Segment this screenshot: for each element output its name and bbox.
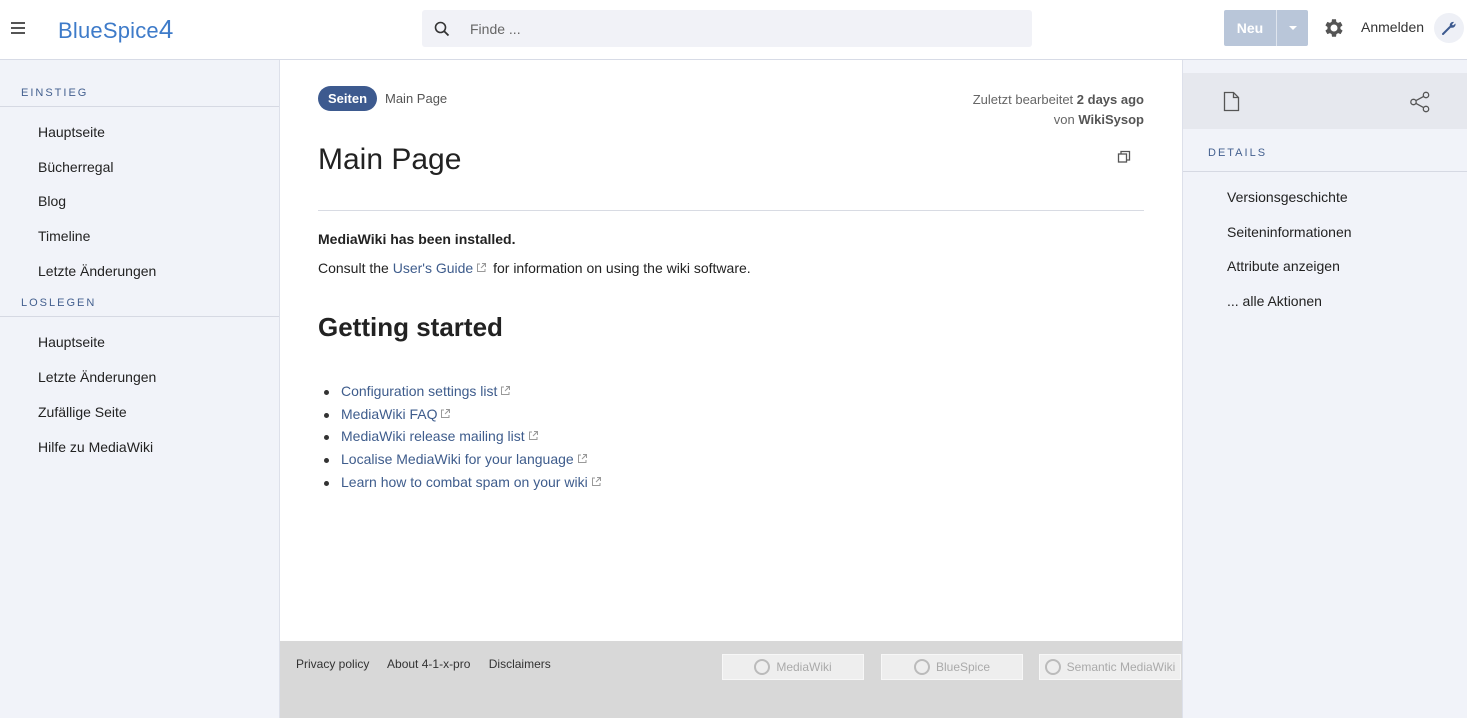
- consult-prefix: Consult the: [318, 260, 389, 276]
- sidebar-item-hauptseite[interactable]: Hauptseite: [0, 115, 279, 150]
- powered-by-bluespice[interactable]: BlueSpice: [881, 654, 1023, 680]
- getting-started-heading: Getting started: [318, 312, 503, 342]
- wrench-icon: [1442, 21, 1456, 35]
- section-title-einstieg: EINSTIEG: [0, 80, 279, 107]
- details-item-versionsgeschichte[interactable]: Versionsgeschichte: [1183, 180, 1467, 215]
- sidebar-item-letzte-aenderungen-2[interactable]: Letzte Änderungen: [0, 360, 279, 395]
- external-link-icon: [528, 431, 538, 441]
- consult-paragraph: Consult the User's Guide for information…: [318, 260, 751, 276]
- external-link-icon: [501, 386, 511, 395]
- search-input[interactable]: [470, 10, 1010, 47]
- footer-disclaimers-link[interactable]: Disclaimers: [489, 657, 551, 671]
- details-item-attribute-anzeigen[interactable]: Attribute anzeigen: [1183, 249, 1467, 284]
- bluespice-logo[interactable]: BlueSpice4: [58, 14, 174, 45]
- main-content: Seiten Main Page Zuletzt bearbeitet 2 da…: [280, 60, 1182, 641]
- link-configuration-settings[interactable]: Configuration settings list: [341, 383, 497, 399]
- namespace-badge[interactable]: Seiten: [318, 86, 378, 111]
- link-combat-spam[interactable]: Learn how to combat spam on your wiki: [341, 474, 588, 490]
- powered-label: BlueSpice: [935, 660, 991, 674]
- right-sidebar: DETAILS Versionsgeschichte Seiteninforma…: [1182, 60, 1467, 718]
- footer-about-link[interactable]: About 4-1-x-pro: [387, 657, 470, 671]
- search-icon: [434, 21, 450, 37]
- top-header: BlueSpice4 Neu Anmelden: [0, 0, 1467, 60]
- details-item-alle-aktionen[interactable]: ... alle Aktionen: [1183, 284, 1467, 319]
- new-button[interactable]: Neu: [1224, 10, 1276, 46]
- copy-icon[interactable]: [1116, 149, 1132, 165]
- link-mailing-list[interactable]: MediaWiki release mailing list: [341, 428, 525, 444]
- logo-version: 4: [158, 14, 174, 44]
- external-link-icon: [591, 476, 601, 486]
- mediawiki-logo-icon: [754, 659, 771, 675]
- details-list: Versionsgeschichte Seiteninformationen A…: [1183, 180, 1467, 319]
- powered-label: MediaWiki: [776, 660, 832, 674]
- search-box: [422, 10, 1032, 47]
- link-localise[interactable]: Localise MediaWiki for your language: [341, 451, 574, 467]
- sidebar-item-letzte-aenderungen[interactable]: Letzte Änderungen: [0, 254, 279, 289]
- page-title: Main Page: [318, 143, 462, 176]
- last-edited-info: Zuletzt bearbeitet 2 days ago von WikiSy…: [973, 90, 1144, 130]
- last-edited-label: Zuletzt bearbeitet: [972, 92, 1074, 107]
- list-item: MediaWiki FAQ: [318, 403, 604, 426]
- sidebar-item-hilfe[interactable]: Hilfe zu MediaWiki: [0, 430, 279, 465]
- sidebar-item-blog[interactable]: Blog: [0, 184, 279, 219]
- last-edited-user[interactable]: WikiSysop: [1078, 112, 1144, 127]
- installed-text: MediaWiki has been installed.: [318, 231, 516, 247]
- details-item-seiteninformationen[interactable]: Seiteninformationen: [1183, 215, 1467, 250]
- login-link[interactable]: Anmelden: [1361, 19, 1424, 35]
- external-link-icon: [477, 263, 487, 272]
- list-item: Configuration settings list: [318, 380, 604, 403]
- bluespice-logo-icon: [913, 659, 930, 675]
- last-edited-by-label: von: [1053, 112, 1075, 127]
- page-footer: Privacy policy About 4-1-x-pro Disclaime…: [280, 641, 1182, 718]
- list-item: MediaWiki release mailing list: [318, 425, 604, 448]
- getting-started-list: Configuration settings list MediaWiki FA…: [318, 380, 604, 493]
- page-document-icon[interactable]: [1223, 91, 1240, 112]
- left-sidebar: EINSTIEG Hauptseite Bücherregal Blog Tim…: [0, 60, 280, 718]
- sidebar-item-buecherregal[interactable]: Bücherregal: [0, 150, 279, 185]
- footer-links: Privacy policy About 4-1-x-pro Disclaime…: [296, 657, 566, 671]
- footer-privacy-link[interactable]: Privacy policy: [296, 657, 369, 671]
- hamburger-menu-icon[interactable]: [11, 22, 25, 36]
- details-section-title: DETAILS: [1183, 147, 1467, 172]
- sidebar-item-zufaellige-seite[interactable]: Zufällige Seite: [0, 395, 279, 430]
- share-icon[interactable]: [1409, 91, 1431, 113]
- logo-text: BlueSpice: [58, 18, 159, 43]
- breadcrumb[interactable]: Main Page: [385, 91, 447, 106]
- powered-by-mediawiki[interactable]: MediaWiki: [722, 654, 864, 680]
- right-sidebar-tabs: [1183, 73, 1467, 129]
- users-guide-link[interactable]: User's Guide: [393, 260, 473, 276]
- powered-by-semantic-mediawiki[interactable]: Semantic MediaWiki: [1039, 654, 1181, 680]
- list-item: Localise MediaWiki for your language: [318, 448, 604, 471]
- new-dropdown-chevron-icon[interactable]: [1276, 10, 1308, 46]
- link-mediawiki-faq[interactable]: MediaWiki FAQ: [341, 406, 437, 422]
- consult-suffix: for information on using the wiki softwa…: [493, 260, 751, 276]
- gear-icon[interactable]: [1322, 16, 1346, 40]
- title-divider: [318, 210, 1144, 211]
- powered-label: Semantic MediaWiki: [1066, 660, 1176, 674]
- sidebar-item-timeline[interactable]: Timeline: [0, 219, 279, 254]
- external-link-icon: [577, 454, 587, 464]
- list-item: Learn how to combat spam on your wiki: [318, 471, 604, 494]
- last-edited-time[interactable]: 2 days ago: [1077, 92, 1144, 107]
- external-link-icon: [441, 408, 451, 418]
- section-title-loslegen: LOSLEGEN: [0, 290, 279, 318]
- tools-button[interactable]: [1434, 13, 1464, 43]
- smw-logo-icon: [1044, 659, 1061, 675]
- sidebar-item-hauptseite-2[interactable]: Hauptseite: [0, 325, 279, 360]
